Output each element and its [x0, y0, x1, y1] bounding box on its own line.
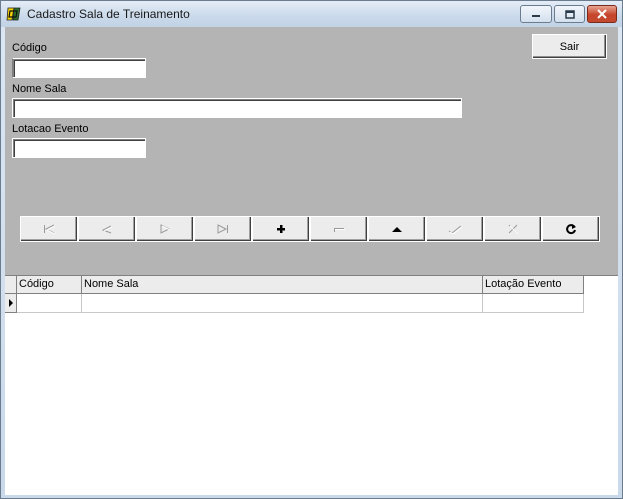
column-header-nome-sala[interactable]: Nome Sala: [82, 276, 483, 294]
nome-sala-label: Nome Sala: [12, 83, 67, 95]
nav-refresh-button[interactable]: [542, 216, 600, 242]
codigo-input[interactable]: [12, 58, 146, 78]
data-grid[interactable]: Código Nome Sala Lotação Evento: [5, 275, 618, 495]
delphi-app-icon: [6, 7, 21, 21]
x-icon: [508, 224, 519, 235]
form-client-area: Código Nome Sala Lotacao Evento Sair Cód…: [5, 27, 618, 495]
nav-delete-button[interactable]: [310, 216, 368, 242]
maximize-icon: [564, 9, 575, 19]
nav-insert-button[interactable]: [252, 216, 310, 242]
db-navigator: [20, 216, 600, 242]
refresh-icon: [566, 224, 576, 235]
nav-next-button[interactable]: [136, 216, 194, 242]
nav-post-button[interactable]: [426, 216, 484, 242]
minimize-button[interactable]: [520, 5, 552, 23]
codigo-label: Código: [12, 42, 47, 54]
cell-lotacao-evento[interactable]: [483, 294, 584, 313]
check-icon: [448, 225, 462, 234]
close-button[interactable]: [587, 5, 617, 23]
minus-icon: [334, 228, 345, 232]
grid-corner: [5, 276, 17, 294]
sair-button[interactable]: Sair: [532, 34, 607, 59]
current-row-arrow-icon: [8, 299, 13, 307]
table-row[interactable]: [5, 294, 584, 313]
triangle-up-icon: [392, 227, 402, 232]
lotacao-evento-input[interactable]: [12, 138, 146, 158]
title-bar[interactable]: Cadastro Sala de Treinamento: [1, 1, 622, 27]
nav-last-button[interactable]: [194, 216, 252, 242]
nav-prior-button[interactable]: [78, 216, 136, 242]
first-record-icon: [44, 224, 55, 234]
nome-sala-input[interactable]: [12, 98, 462, 118]
lotacao-evento-label: Lotacao Evento: [12, 123, 89, 135]
row-indicator: [5, 294, 17, 313]
last-record-icon: [217, 224, 228, 234]
minimize-icon: [532, 15, 540, 17]
maximize-button[interactable]: [554, 5, 585, 23]
window-title: Cadastro Sala de Treinamento: [27, 7, 190, 21]
cell-nome-sala[interactable]: [82, 294, 483, 313]
plus-icon: [277, 225, 285, 233]
nav-edit-button[interactable]: [368, 216, 426, 242]
grid-header: Código Nome Sala Lotação Evento: [5, 276, 584, 294]
column-header-lotacao-evento[interactable]: Lotação Evento: [483, 276, 584, 294]
prior-record-icon: [101, 225, 113, 234]
next-record-icon: [160, 224, 171, 234]
nav-cancel-button[interactable]: [484, 216, 542, 242]
nav-first-button[interactable]: [20, 216, 78, 242]
close-icon: [597, 9, 607, 19]
main-window: Cadastro Sala de Treinamento Código Nome…: [0, 0, 623, 499]
column-header-codigo[interactable]: Código: [17, 276, 82, 294]
cell-codigo[interactable]: [17, 294, 82, 313]
